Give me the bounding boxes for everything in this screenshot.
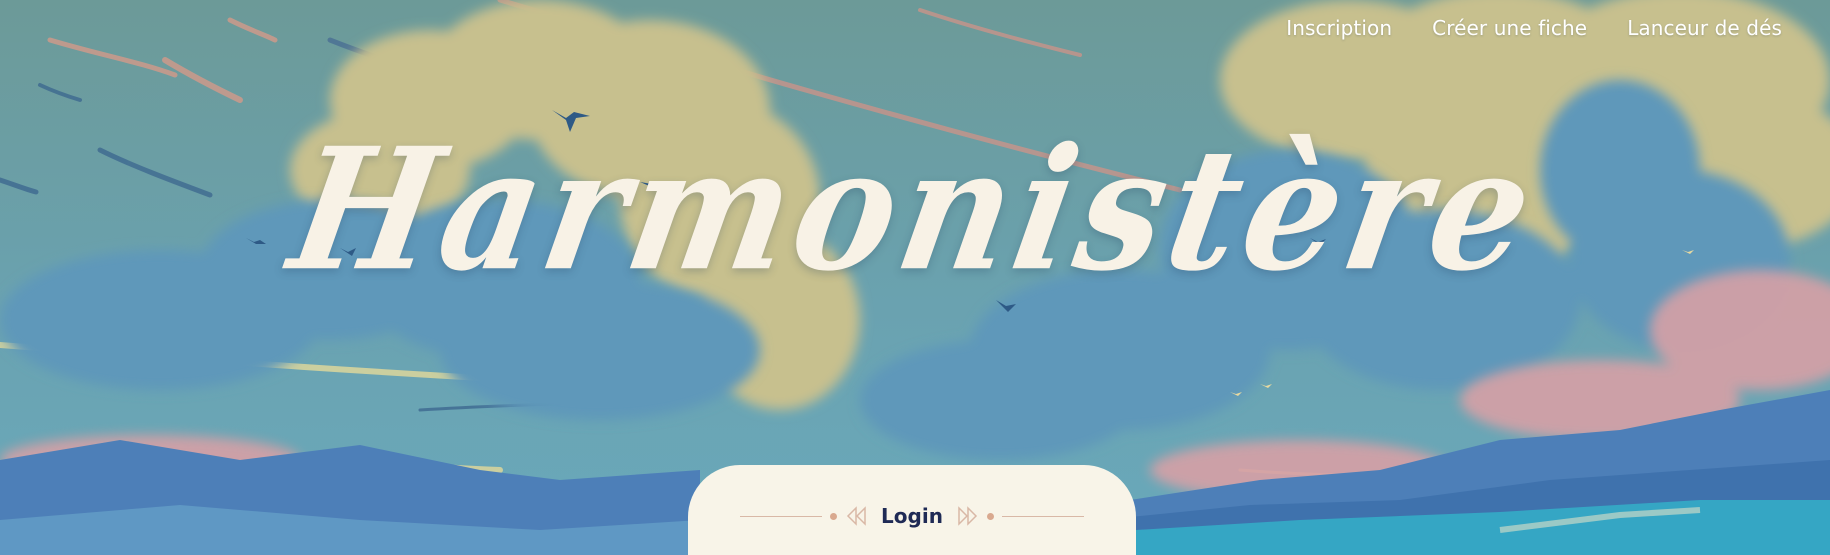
ornament-line-right <box>1001 515 1084 517</box>
ornament-line-left <box>740 515 823 517</box>
nav-link-inscription[interactable]: Inscription <box>1286 16 1392 40</box>
nav-link-lanceur-des[interactable]: Lanceur de dés <box>1627 16 1782 40</box>
login-link[interactable]: Login <box>881 504 943 528</box>
double-chevron-left-icon <box>846 506 866 526</box>
login-ornament-row: Login <box>688 501 1136 531</box>
nav-link-creer-fiche[interactable]: Créer une fiche <box>1432 16 1587 40</box>
double-chevron-right-icon <box>958 506 978 526</box>
login-panel: Login <box>688 465 1136 555</box>
ornament-dot-left <box>830 512 838 520</box>
hero-banner: Inscription Créer une fiche Lanceur de d… <box>0 0 1830 555</box>
main-nav: Inscription Créer une fiche Lanceur de d… <box>1286 16 1782 40</box>
ornament-dot-right <box>986 512 994 520</box>
site-title: Harmonistère <box>278 111 1552 309</box>
